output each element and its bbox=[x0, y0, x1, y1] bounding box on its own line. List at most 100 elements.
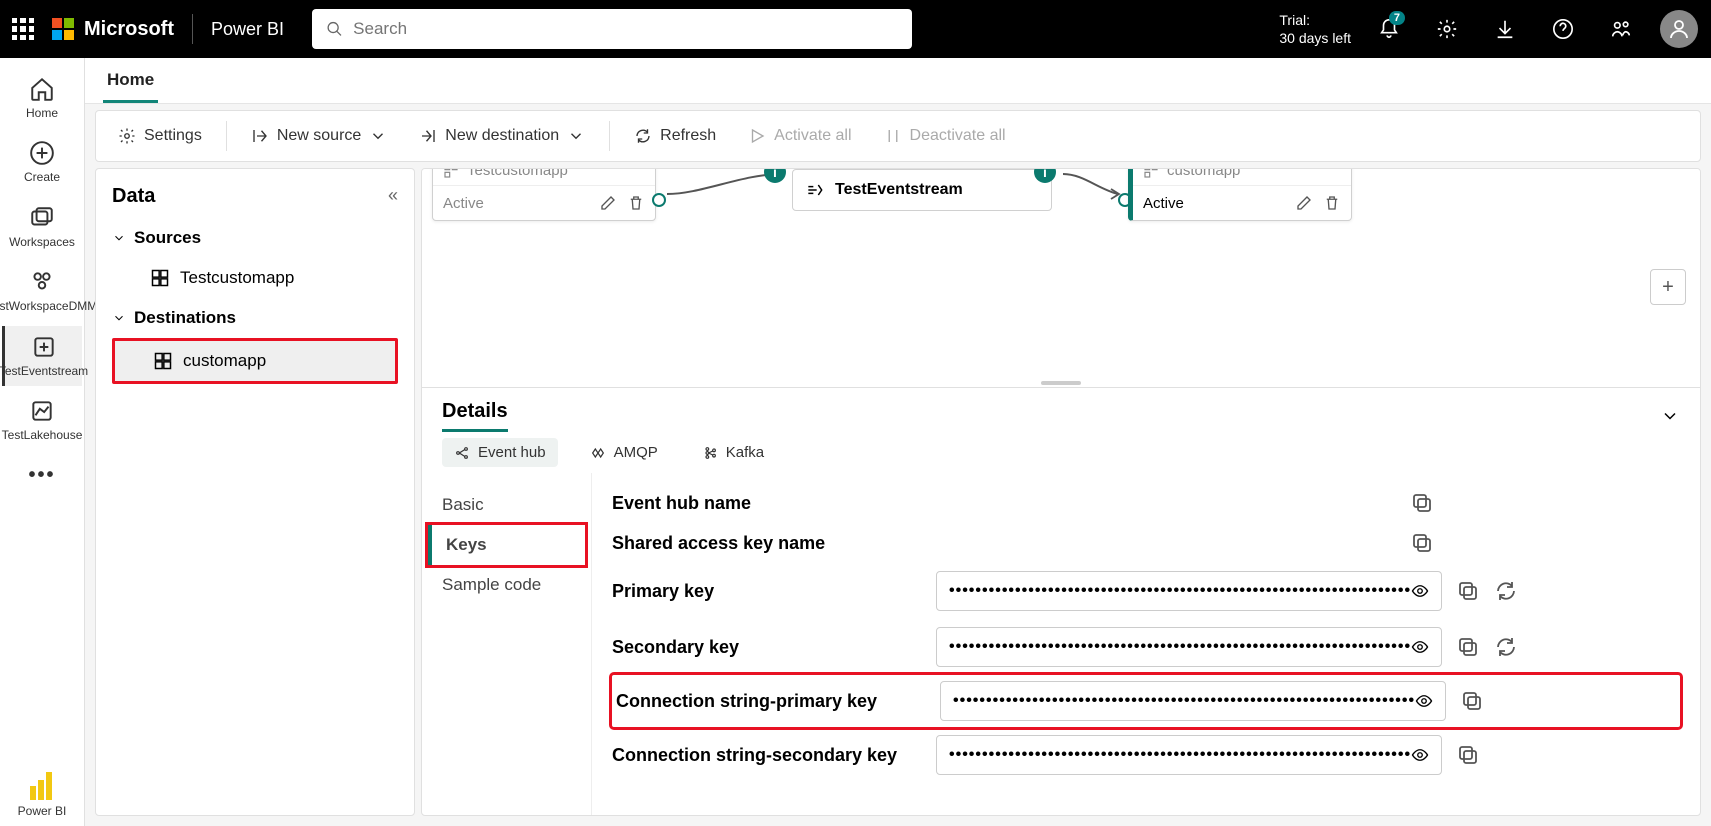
node-destination-status: Active bbox=[1143, 195, 1184, 212]
app-icon bbox=[150, 268, 170, 288]
row-conn-string-primary: Connection string-primary key ••••••••••… bbox=[612, 675, 1680, 727]
eye-icon[interactable] bbox=[1411, 746, 1429, 764]
chevron-down-icon bbox=[112, 311, 126, 325]
nav-powerbi-label: Power BI bbox=[18, 804, 67, 818]
node-source[interactable]: Testcustomapp Active bbox=[432, 169, 656, 221]
field-secondary-key[interactable]: ••••••••••••••••••••••••••••••••••••••••… bbox=[936, 627, 1442, 667]
nav-eventstream-label: TestEventstream bbox=[0, 364, 88, 378]
side-basic[interactable]: Basic bbox=[428, 485, 585, 525]
trial-label: Trial: bbox=[1279, 11, 1351, 29]
eye-icon[interactable] bbox=[1411, 582, 1429, 600]
account-button[interactable] bbox=[1659, 9, 1699, 49]
node-destination-title: customapp bbox=[1167, 169, 1240, 179]
canvas-area: Testcustomapp Active i bbox=[421, 168, 1701, 816]
sources-group[interactable]: Sources bbox=[112, 228, 398, 248]
refresh-icon bbox=[634, 127, 652, 145]
destination-item-customapp[interactable]: customapp bbox=[112, 338, 398, 384]
workspaces-icon bbox=[29, 205, 55, 231]
node-eventstream[interactable]: TestEventstream bbox=[792, 169, 1052, 211]
search-bar[interactable] bbox=[312, 9, 912, 49]
node-source-status: Active bbox=[443, 195, 484, 212]
person-icon bbox=[1667, 17, 1691, 41]
refresh-button[interactable]: Refresh bbox=[622, 121, 728, 151]
label-conn-secondary: Connection string-secondary key bbox=[612, 745, 922, 766]
field-conn-primary[interactable]: ••••••••••••••••••••••••••••••••••••••••… bbox=[940, 681, 1446, 721]
tab-eventhub[interactable]: Event hub bbox=[442, 438, 558, 467]
settings-button[interactable] bbox=[1427, 9, 1467, 49]
refresh-label: Refresh bbox=[660, 127, 716, 145]
notifications-button[interactable]: 7 bbox=[1369, 9, 1409, 49]
add-node-button[interactable]: + bbox=[1650, 269, 1686, 305]
masked-value: ••••••••••••••••••••••••••••••••••••••••… bbox=[953, 692, 1415, 710]
field-conn-secondary[interactable]: ••••••••••••••••••••••••••••••••••••••••… bbox=[936, 735, 1442, 775]
copy-button[interactable] bbox=[1410, 531, 1434, 555]
nav-create-label: Create bbox=[24, 170, 60, 184]
activate-all-button[interactable]: Activate all bbox=[736, 121, 863, 151]
edit-icon[interactable] bbox=[1295, 194, 1313, 212]
copy-button[interactable] bbox=[1456, 579, 1480, 603]
settings-button[interactable]: Settings bbox=[106, 121, 214, 151]
side-sample-code[interactable]: Sample code bbox=[428, 565, 585, 605]
nav-lakehouse[interactable]: TestLakehouse bbox=[2, 390, 82, 450]
chevron-down-icon bbox=[112, 231, 126, 245]
feedback-button[interactable] bbox=[1601, 9, 1641, 49]
field-primary-key[interactable]: ••••••••••••••••••••••••••••••••••••••••… bbox=[936, 571, 1442, 611]
kafka-icon bbox=[702, 445, 718, 461]
nav-testworkspace[interactable]: TestWorkspaceDMM bbox=[2, 261, 82, 321]
destinations-group[interactable]: Destinations bbox=[112, 308, 398, 328]
app-icon bbox=[153, 351, 173, 371]
nav-lakehouse-label: TestLakehouse bbox=[2, 428, 83, 442]
details-side-nav: Basic Keys Sample code bbox=[422, 473, 592, 815]
resize-handle[interactable] bbox=[422, 379, 1700, 387]
tab-amqp[interactable]: AMQP bbox=[578, 438, 670, 467]
deactivate-all-button[interactable]: Deactivate all bbox=[872, 121, 1018, 151]
eye-icon[interactable] bbox=[1411, 638, 1429, 656]
download-button[interactable] bbox=[1485, 9, 1525, 49]
source-item-testcustomapp[interactable]: Testcustomapp bbox=[112, 258, 398, 298]
regenerate-button[interactable] bbox=[1494, 635, 1518, 659]
tab-eventhub-label: Event hub bbox=[478, 444, 546, 461]
page-tabs: Home bbox=[85, 58, 1711, 104]
collapse-panel-button[interactable]: « bbox=[388, 185, 398, 206]
new-destination-button[interactable]: New destination bbox=[407, 121, 597, 151]
keys-content: Event hub name Shared access key name Pr bbox=[592, 473, 1700, 815]
nav-home-label: Home bbox=[26, 106, 58, 120]
amqp-icon bbox=[590, 445, 606, 461]
nav-powerbi[interactable]: Power BI bbox=[2, 764, 82, 826]
label-access-key-name: Shared access key name bbox=[612, 533, 922, 554]
regenerate-button[interactable] bbox=[1494, 579, 1518, 603]
nav-eventstream[interactable]: TestEventstream bbox=[2, 326, 82, 386]
node-destination[interactable]: customapp Active bbox=[1128, 169, 1352, 221]
new-source-button[interactable]: New source bbox=[239, 121, 399, 151]
node-source-header: Testcustomapp bbox=[433, 169, 655, 186]
side-keys[interactable]: Keys bbox=[428, 525, 585, 565]
nav-home[interactable]: Home bbox=[2, 68, 82, 128]
nav-more[interactable]: ••• bbox=[2, 454, 82, 496]
nav-create[interactable]: Create bbox=[2, 132, 82, 192]
app-icon bbox=[443, 169, 459, 179]
copy-button[interactable] bbox=[1460, 689, 1484, 713]
trial-days: 30 days left bbox=[1279, 29, 1351, 47]
tab-home[interactable]: Home bbox=[103, 60, 158, 103]
avatar-icon bbox=[1660, 10, 1698, 48]
tab-kafka[interactable]: Kafka bbox=[690, 438, 776, 467]
copy-button[interactable] bbox=[1456, 743, 1480, 767]
copy-button[interactable] bbox=[1410, 491, 1434, 515]
app-icon bbox=[1143, 169, 1159, 179]
help-button[interactable] bbox=[1543, 9, 1583, 49]
row-eventhub-name: Event hub name bbox=[612, 483, 1680, 523]
edit-icon[interactable] bbox=[599, 194, 617, 212]
flow-canvas[interactable]: Testcustomapp Active i bbox=[422, 169, 1700, 379]
app-launcher-icon[interactable] bbox=[12, 18, 34, 40]
copy-button[interactable] bbox=[1456, 635, 1480, 659]
details-pane: Details Event hub AMQP bbox=[422, 387, 1700, 815]
delete-icon[interactable] bbox=[1323, 194, 1341, 212]
delete-icon[interactable] bbox=[627, 194, 645, 212]
nav-workspaces[interactable]: Workspaces bbox=[2, 197, 82, 257]
data-panel-title: Data bbox=[112, 185, 398, 208]
eye-icon[interactable] bbox=[1415, 692, 1433, 710]
chevron-down-icon[interactable] bbox=[1660, 406, 1680, 426]
tab-amqp-label: AMQP bbox=[614, 444, 658, 461]
search-input[interactable] bbox=[353, 19, 898, 39]
download-icon bbox=[1494, 18, 1516, 40]
